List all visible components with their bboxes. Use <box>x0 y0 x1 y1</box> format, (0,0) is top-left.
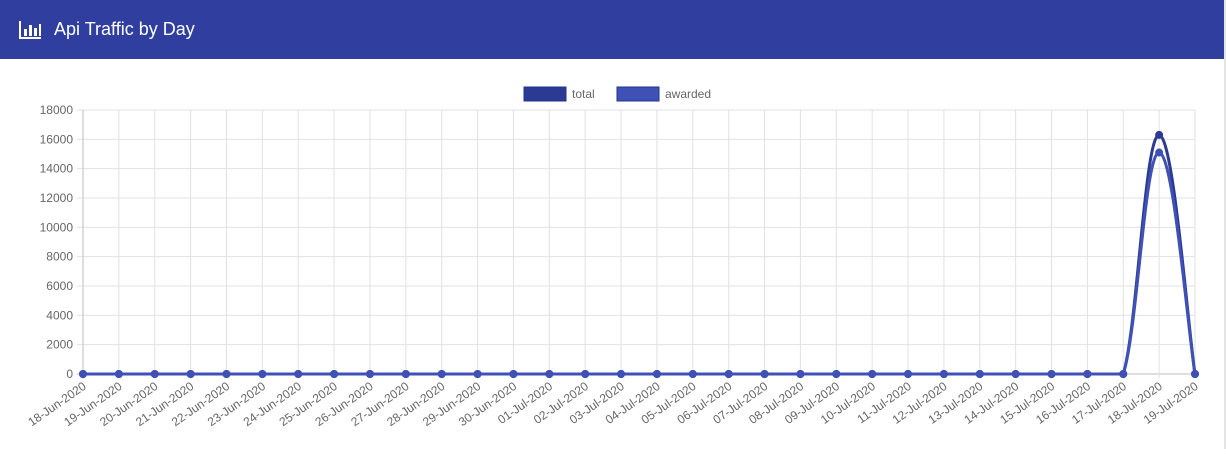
data-point-awarded <box>868 370 877 378</box>
data-point-awarded <box>186 370 195 378</box>
y-tick-label: 12000 <box>40 191 74 205</box>
x-axis: 18-Jun-202019-Jun-202020-Jun-202021-Jun-… <box>25 379 1201 429</box>
y-tick-label: 4000 <box>46 308 73 322</box>
data-point-awarded <box>581 370 590 378</box>
data-point-awarded <box>617 370 626 378</box>
data-point-awarded <box>1119 370 1128 378</box>
data-point-awarded <box>939 370 948 378</box>
data-point-awarded <box>1191 370 1199 378</box>
y-tick-label: 10000 <box>40 220 74 234</box>
chart-area: 0 2000 4000 6000 8000 10000 12000 14000 16000 180… <box>0 59 1224 449</box>
y-tick-label: 14000 <box>40 162 74 176</box>
card-header: Api Traffic by Day <box>0 0 1224 59</box>
data-point-awarded <box>365 370 374 378</box>
legend-label-total: total <box>572 87 595 101</box>
data-point-awarded <box>796 370 805 378</box>
data-point-awarded <box>114 370 123 378</box>
series-line-total <box>83 133 1197 376</box>
data-point-awarded <box>1047 370 1056 378</box>
legend: total awarded <box>523 86 711 102</box>
bar-chart-icon <box>19 20 41 39</box>
data-point-awarded <box>832 370 841 378</box>
data-point-awarded <box>437 370 446 378</box>
data-point-awarded <box>258 370 267 378</box>
page-title: Api Traffic by Day <box>54 19 195 39</box>
series-lines <box>83 133 1197 376</box>
data-point-awarded <box>401 370 410 378</box>
data-point-awarded <box>79 370 87 378</box>
y-axis: 0 2000 4000 6000 8000 10000 12000 14000 16000 180… <box>40 103 74 381</box>
data-point-total <box>1155 130 1164 139</box>
data-point-awarded <box>330 370 339 378</box>
grid-lines <box>77 109 1196 379</box>
line-chart: 0 2000 4000 6000 8000 10000 12000 14000 16000 180… <box>25 86 1201 429</box>
data-point-awarded <box>150 370 159 378</box>
data-point-awarded <box>1011 370 1020 378</box>
data-point-awarded <box>904 370 913 378</box>
y-tick-label: 18000 <box>40 103 74 117</box>
y-tick-label: 0 <box>66 367 73 381</box>
data-point-awarded <box>760 370 769 378</box>
data-point-awarded <box>222 370 231 378</box>
y-tick-label: 6000 <box>46 279 73 293</box>
y-tick-label: 2000 <box>46 338 73 352</box>
data-point-awarded <box>509 370 518 378</box>
y-tick-label: 8000 <box>46 250 73 264</box>
legend-swatch-total <box>523 86 567 102</box>
legend-label-awarded: awarded <box>665 87 711 101</box>
data-point-awarded <box>724 370 733 378</box>
data-point-awarded <box>652 370 661 378</box>
data-point-awarded <box>473 370 482 378</box>
chart-card: Api Traffic by Day 0 2000 4000 6000 8000 1000… <box>0 0 1226 449</box>
y-tick-label: 16000 <box>40 132 74 146</box>
data-point-awarded <box>1155 148 1164 157</box>
data-point-awarded <box>545 370 554 378</box>
data-point-awarded <box>975 370 984 378</box>
data-point-awarded <box>294 370 303 378</box>
series-line-awarded <box>83 151 1197 376</box>
data-point-awarded <box>688 370 697 378</box>
data-point-awarded <box>1083 370 1092 378</box>
legend-swatch-awarded <box>616 86 660 102</box>
